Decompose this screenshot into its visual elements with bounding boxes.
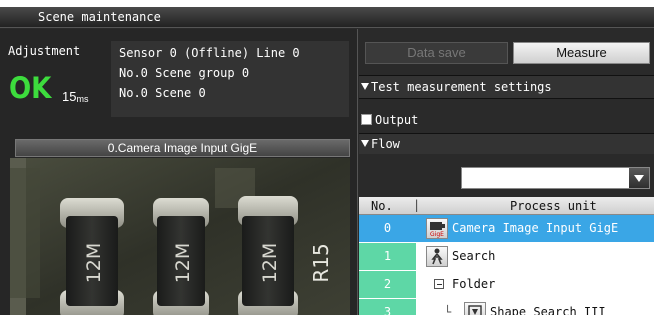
dropdown-arrow-button[interactable] [629, 168, 649, 188]
row-label: Camera Image Input GigE [452, 221, 619, 235]
collapse-triangle-icon [361, 83, 369, 90]
judgement-result: OK [9, 71, 52, 105]
row-label: Folder [452, 277, 496, 291]
row-label: Search [452, 249, 496, 263]
window-title: Scene maintenance [38, 10, 161, 24]
table-row[interactable]: 2 Folder [359, 271, 654, 299]
scene-line: No.0 Scene 0 [119, 86, 206, 100]
left-panel: Adjustment OK 15ms Sensor 0 (Offline) Li… [0, 29, 358, 315]
row-process-unit: └ Shape Search III [416, 299, 654, 315]
row-number: 0 [359, 215, 416, 242]
column-header-no: No. [371, 199, 393, 213]
sensor-line: Sensor 0 (Offline) Line 0 [119, 46, 300, 60]
column-divider[interactable]: | [413, 198, 420, 212]
scene-group-line: No.0 Scene group 0 [119, 66, 250, 80]
processing-time-unit: ms [76, 94, 89, 104]
flow-header[interactable]: Flow [359, 133, 654, 154]
row-process-unit: Folder [416, 271, 654, 298]
flow-table-header: No. | Process unit [359, 197, 654, 215]
scene-info-box: Sensor 0 (Offline) Line 0 No.0 Scene gro… [111, 41, 349, 117]
processing-time-value: 15 [62, 89, 77, 104]
flow-filter-dropdown[interactable] [461, 167, 650, 189]
output-label: Output [375, 113, 419, 127]
svg-text:GigE: GigE [430, 231, 444, 238]
camera-image-graphic: 12M 12M 12M R15 [10, 158, 350, 315]
output-checkbox[interactable]: Output [361, 113, 418, 127]
collapse-triangle-icon [361, 140, 369, 147]
search-figure-icon [426, 246, 448, 267]
measure-button[interactable]: Measure [513, 42, 650, 64]
column-header-process-unit: Process unit [510, 199, 597, 213]
processing-time: 15ms [62, 89, 88, 104]
row-number: 1 [359, 243, 416, 270]
test-measurement-settings-header[interactable]: Test measurement settings [359, 75, 654, 99]
flow-label: Flow [371, 137, 400, 151]
camera-image[interactable]: 12M 12M 12M R15 [10, 158, 350, 315]
camera-gige-icon: GigE [426, 218, 448, 239]
data-save-button[interactable]: Data save [365, 42, 508, 64]
adjustment-label: Adjustment [8, 44, 81, 58]
row-number: 3 [359, 299, 416, 315]
checkbox-icon[interactable] [361, 114, 372, 125]
camera-panel-title: 0.Camera Image Input GigE [15, 139, 350, 157]
table-row[interactable]: 0 GigE Camera Image Input GigE [359, 215, 654, 243]
table-row[interactable]: 1 Search [359, 243, 654, 271]
folder-collapse-icon[interactable] [434, 279, 444, 289]
board-silkscreen-label: R15 [309, 243, 333, 282]
test-measurement-settings-label: Test measurement settings [371, 80, 552, 94]
shape-search-icon [464, 302, 486, 315]
table-row[interactable]: 3 └ Shape Search III [359, 299, 654, 315]
chip-label-3: 12M [259, 243, 281, 284]
row-process-unit: GigE Camera Image Input GigE [416, 215, 654, 242]
chip-label-2: 12M [172, 243, 194, 284]
flow-table: No. | Process unit 0 GigE Camera Image I… [359, 197, 654, 315]
scene-maintenance-window: Scene maintenance Adjustment OK 15ms Sen… [0, 7, 654, 315]
row-number: 2 [359, 271, 416, 298]
row-process-unit: Search [416, 243, 654, 270]
right-panel: Data save Measure Test measurement setti… [359, 29, 654, 315]
chip-label-1: 12M [83, 243, 105, 284]
chevron-down-icon [634, 175, 644, 182]
row-label: Shape Search III [490, 305, 606, 315]
title-bar: Scene maintenance [0, 7, 654, 28]
